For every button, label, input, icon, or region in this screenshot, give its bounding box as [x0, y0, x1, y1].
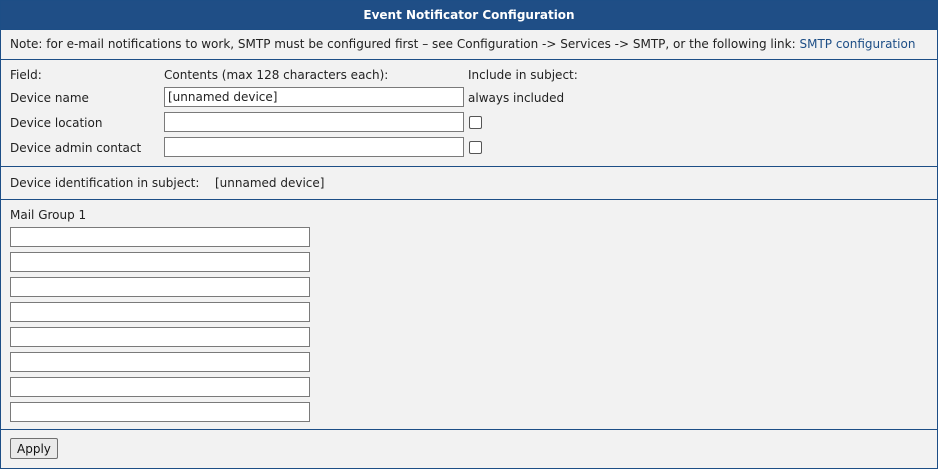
mail-address-input[interactable] [10, 377, 310, 397]
smtp-note-text: Note: for e-mail notifications to work, … [10, 37, 800, 51]
identification-value: [unnamed device] [215, 176, 325, 190]
smtp-note: Note: for e-mail notifications to work, … [1, 29, 937, 59]
device-location-include-checkbox[interactable] [469, 116, 482, 129]
device-admin-input[interactable] [164, 137, 464, 157]
apply-section: Apply [1, 429, 937, 466]
field-header: Field: [10, 68, 42, 82]
device-fields-section: Field: Contents (max 128 characters each… [1, 59, 937, 166]
mail-group-title: Mail Group 1 [10, 208, 87, 222]
contents-header: Contents (max 128 characters each): [164, 68, 389, 82]
mail-address-input[interactable] [10, 252, 310, 272]
mail-address-input[interactable] [10, 327, 310, 347]
device-name-label: Device name [10, 91, 89, 105]
identification-label: Device identification in subject: [10, 176, 200, 190]
mail-group-section: Mail Group 1 [1, 199, 937, 429]
device-name-input[interactable] [164, 87, 464, 107]
device-admin-include-checkbox[interactable] [469, 141, 482, 154]
device-admin-label: Device admin contact [10, 141, 142, 155]
smtp-configuration-link[interactable]: SMTP configuration [799, 37, 915, 51]
mail-address-input[interactable] [10, 227, 310, 247]
mail-address-input[interactable] [10, 302, 310, 322]
mail-address-input[interactable] [10, 402, 310, 422]
mail-address-input[interactable] [10, 352, 310, 372]
identification-section: Device identification in subject: [unnam… [1, 166, 937, 199]
apply-button[interactable]: Apply [10, 438, 58, 459]
include-header: Include in subject: [468, 68, 578, 82]
device-location-label: Device location [10, 116, 103, 130]
mail-address-input[interactable] [10, 277, 310, 297]
event-notificator-panel: Event Notificator Configuration Note: fo… [0, 0, 938, 469]
panel-title: Event Notificator Configuration [1, 1, 937, 29]
device-location-input[interactable] [164, 112, 464, 132]
always-included-text: always included [468, 91, 565, 105]
